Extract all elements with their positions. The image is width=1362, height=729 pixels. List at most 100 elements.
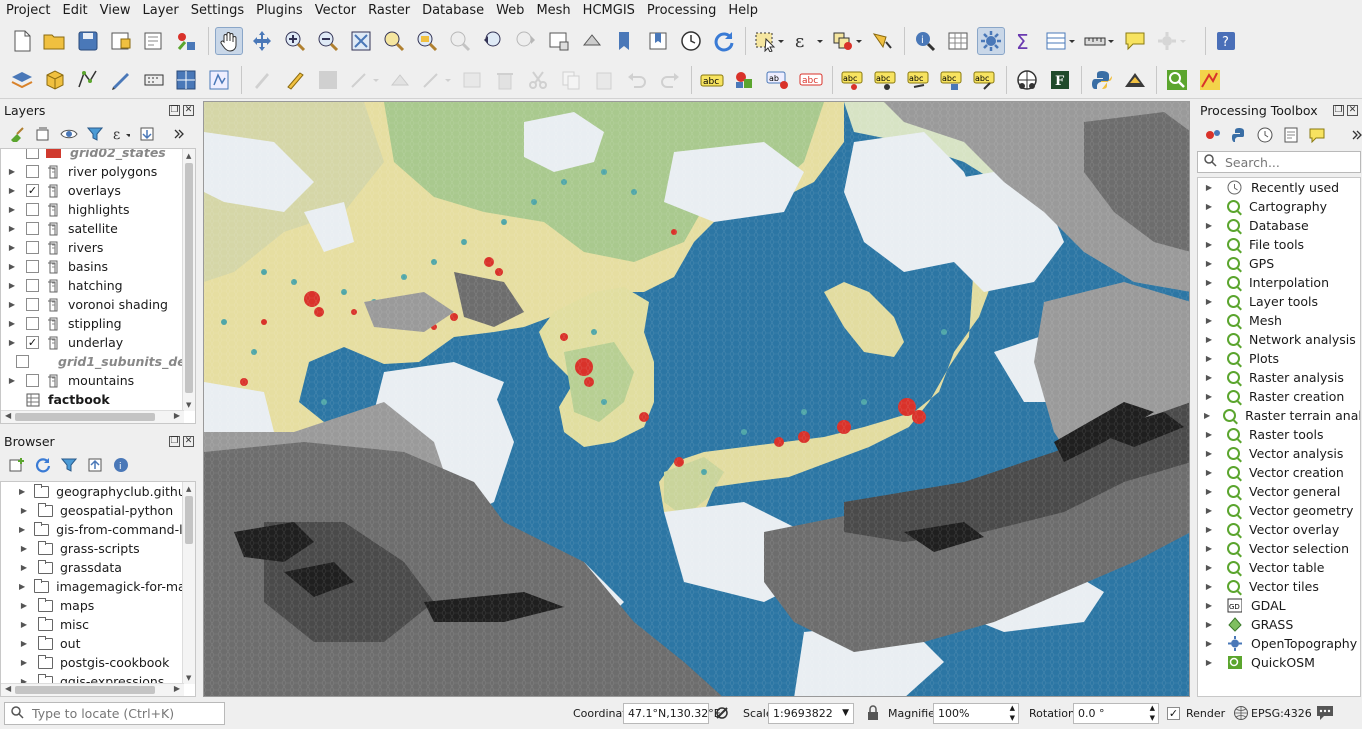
help-icon[interactable]: ? bbox=[1212, 27, 1240, 55]
python-console-icon[interactable] bbox=[1088, 66, 1116, 94]
layer-visibility-checkbox[interactable] bbox=[16, 355, 29, 368]
expand-arrow-icon[interactable]: ▶ bbox=[7, 186, 17, 195]
rotation-spinbox[interactable]: 0.0 ° ▲ ▼ bbox=[1073, 703, 1159, 724]
layer-visibility-checkbox[interactable] bbox=[26, 374, 39, 387]
refresh-icon[interactable] bbox=[710, 27, 738, 55]
rotate-label-icon[interactable]: abc bbox=[905, 66, 933, 94]
expand-arrow-icon[interactable]: ▶ bbox=[19, 544, 29, 553]
menu-help[interactable]: Help bbox=[722, 0, 764, 22]
processing-provider-item[interactable]: ▶ Layer tools bbox=[1198, 292, 1360, 311]
layer-row[interactable]: ▶ ✓ underlay bbox=[1, 333, 184, 352]
new-map-view-icon[interactable] bbox=[545, 27, 573, 55]
open-project-icon[interactable] bbox=[41, 27, 69, 55]
label-properties-icon[interactable]: abc bbox=[971, 66, 999, 94]
menu-web[interactable]: Web bbox=[490, 0, 530, 22]
edit-table-icon[interactable] bbox=[458, 66, 486, 94]
layer-visibility-checkbox[interactable] bbox=[26, 165, 39, 178]
browser-item[interactable]: ▶ out bbox=[1, 634, 184, 653]
expand-arrow-icon[interactable]: ▶ bbox=[1204, 525, 1214, 534]
browser-item[interactable]: ▶ grass-scripts bbox=[1, 539, 184, 558]
properties-info-icon[interactable]: i bbox=[112, 456, 130, 474]
expand-arrow-icon[interactable]: ▶ bbox=[1204, 506, 1214, 515]
temporal-controller-icon[interactable] bbox=[677, 27, 705, 55]
new-geopackage-icon[interactable] bbox=[41, 66, 69, 94]
menu-layer[interactable]: Layer bbox=[137, 0, 185, 22]
menu-vector[interactable]: Vector bbox=[309, 0, 362, 22]
expand-arrow-icon[interactable]: ▶ bbox=[1204, 335, 1214, 344]
undock-icon[interactable]: ❐ bbox=[1333, 104, 1344, 116]
more-icon[interactable] bbox=[1348, 126, 1362, 144]
processing-provider-item[interactable]: ▶ Vector geometry bbox=[1198, 501, 1360, 520]
new-spatialite-icon[interactable] bbox=[173, 66, 201, 94]
processing-provider-item[interactable]: ▶ Interpolation bbox=[1198, 273, 1360, 292]
expand-arrow-icon[interactable]: ▶ bbox=[1204, 373, 1214, 382]
layer-visibility-checkbox[interactable]: ✓ bbox=[26, 336, 39, 349]
select-location-icon[interactable] bbox=[869, 27, 897, 55]
expand-arrow-icon[interactable]: ▶ bbox=[1204, 468, 1214, 477]
toolbox-icon[interactable] bbox=[977, 27, 1005, 55]
manage-map-themes-icon[interactable] bbox=[60, 125, 78, 143]
expand-arrow-icon[interactable]: ▶ bbox=[19, 658, 29, 667]
menu-processing[interactable]: Processing bbox=[641, 0, 722, 22]
add-selected-layers-icon[interactable] bbox=[8, 456, 26, 474]
processing-provider-item[interactable]: ▶ Plots bbox=[1198, 349, 1360, 368]
undo-icon[interactable] bbox=[623, 66, 651, 94]
attribute-table-menu-icon[interactable] bbox=[1043, 27, 1077, 55]
processing-provider-item[interactable]: ▶ Vector general bbox=[1198, 482, 1360, 501]
layer-row[interactable]: ▶ highlights bbox=[1, 200, 184, 219]
expand-arrow-icon[interactable]: ▶ bbox=[7, 205, 17, 214]
georeferencer-icon[interactable] bbox=[1121, 66, 1149, 94]
layer-styling-icon[interactable] bbox=[8, 125, 26, 143]
move-label-icon[interactable]: abc bbox=[872, 66, 900, 94]
expand-arrow-icon[interactable]: ▶ bbox=[19, 525, 25, 534]
new-3d-view-icon[interactable] bbox=[578, 27, 606, 55]
highlight-pinned-labels-icon[interactable]: ab bbox=[764, 66, 792, 94]
expand-arrow-icon[interactable]: ▶ bbox=[7, 300, 17, 309]
add-feature-icon[interactable] bbox=[347, 66, 381, 94]
expand-arrow-icon[interactable]: ▶ bbox=[7, 167, 17, 176]
expand-arrow-icon[interactable]: ▶ bbox=[7, 243, 17, 252]
osm-download-icon[interactable] bbox=[1013, 66, 1041, 94]
quickosm-icon[interactable] bbox=[1163, 66, 1191, 94]
expand-arrow-icon[interactable]: ▶ bbox=[7, 224, 17, 233]
history-icon[interactable] bbox=[1256, 126, 1274, 144]
expand-arrow-icon[interactable]: ▶ bbox=[19, 639, 29, 648]
new-print-layout-icon[interactable] bbox=[107, 27, 135, 55]
menu-view[interactable]: View bbox=[94, 0, 137, 22]
expand-arrow-icon[interactable]: ▶ bbox=[19, 620, 29, 629]
map-canvas[interactable] bbox=[203, 101, 1190, 697]
crs-label[interactable]: EPSG:4326 bbox=[1251, 707, 1312, 720]
toggle-extents-icon[interactable] bbox=[714, 705, 730, 724]
chevron-down-icon[interactable]: ▼ bbox=[842, 704, 849, 723]
show-hide-labels-icon[interactable]: abc bbox=[839, 66, 867, 94]
select-features-icon[interactable] bbox=[752, 27, 786, 55]
close-icon[interactable]: ✕ bbox=[183, 104, 194, 116]
menu-project[interactable]: Project bbox=[0, 0, 56, 22]
processing-provider-item[interactable]: ▶ GRASS bbox=[1198, 615, 1360, 634]
browser-item[interactable]: ▶ postgis-cookbook bbox=[1, 653, 184, 672]
processing-provider-item[interactable]: ▶ Mesh bbox=[1198, 311, 1360, 330]
menu-database[interactable]: Database bbox=[416, 0, 490, 22]
expand-arrow-icon[interactable]: ▶ bbox=[1204, 183, 1214, 192]
browser-item[interactable]: ▶ misc bbox=[1, 615, 184, 634]
map-tips-icon[interactable] bbox=[1121, 27, 1149, 55]
layer-visibility-checkbox[interactable]: ✓ bbox=[26, 184, 39, 197]
browser-item[interactable]: ▶ geospatial-python bbox=[1, 501, 184, 520]
map-rendering[interactable] bbox=[204, 102, 1190, 697]
expand-arrow-icon[interactable]: ▶ bbox=[1204, 582, 1214, 591]
browser-item[interactable]: ▶ grassdata bbox=[1, 558, 184, 577]
diagram-toolbar-icon[interactable] bbox=[731, 66, 759, 94]
filter-browser-icon[interactable] bbox=[60, 456, 78, 474]
layer-visibility-checkbox[interactable] bbox=[26, 279, 39, 292]
layers-vertical-scrollbar[interactable]: ▲ ▼ bbox=[182, 149, 195, 411]
vertex-tool-icon[interactable] bbox=[386, 66, 414, 94]
processing-provider-item[interactable]: ▶ Cartography bbox=[1198, 197, 1360, 216]
add-group-icon[interactable] bbox=[34, 125, 52, 143]
layer-row[interactable]: ▶ basins bbox=[1, 257, 184, 276]
cut-features-icon[interactable] bbox=[524, 66, 552, 94]
expand-arrow-icon[interactable]: ▶ bbox=[1204, 240, 1214, 249]
expand-arrow-icon[interactable]: ▶ bbox=[1204, 297, 1214, 306]
expand-arrow-icon[interactable]: ▶ bbox=[1204, 278, 1214, 287]
layers-horizontal-scrollbar[interactable]: ◀ ▶ bbox=[1, 410, 184, 423]
modify-attributes-icon[interactable] bbox=[419, 66, 453, 94]
